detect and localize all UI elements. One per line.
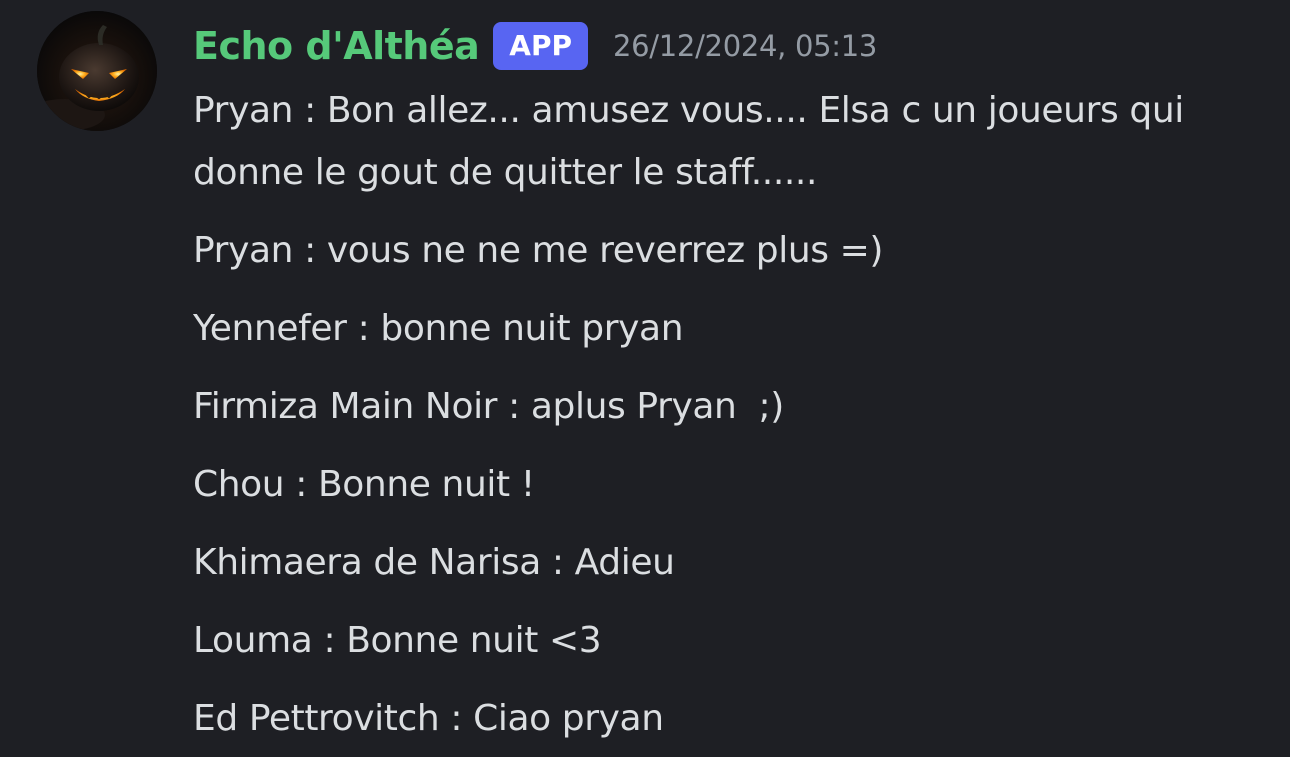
avatar[interactable] (37, 11, 157, 131)
message-line: Yennefer : bonne nuit pryan (193, 308, 684, 349)
message-line: Khimaera de Narisa : Adieu (193, 542, 675, 583)
message-content: Pryan : Bon allez... amusez vous.... Els… (193, 80, 1273, 750)
message-line: Louma : Bonne nuit <3 (193, 620, 602, 661)
message-line: Firmiza Main Noir : aplus Pryan ;) (193, 386, 784, 427)
message-line: Ed Pettrovitch : Ciao pryan (193, 698, 664, 739)
jack-o-lantern-icon (37, 11, 157, 131)
message-line: Pryan : Bon allez... amusez vous.... Els… (193, 90, 1195, 193)
app-badge: APP (493, 22, 588, 70)
author-name[interactable]: Echo d'Althéa (193, 24, 480, 68)
message-timestamp[interactable]: 26/12/2024, 05:13 (613, 29, 877, 63)
message-line: Pryan : vous ne ne me reverrez plus =) (193, 230, 884, 271)
message-header: Echo d'Althéa APP 26/12/2024, 05:13 (193, 20, 877, 72)
message-line: Chou : Bonne nuit ! (193, 464, 535, 505)
